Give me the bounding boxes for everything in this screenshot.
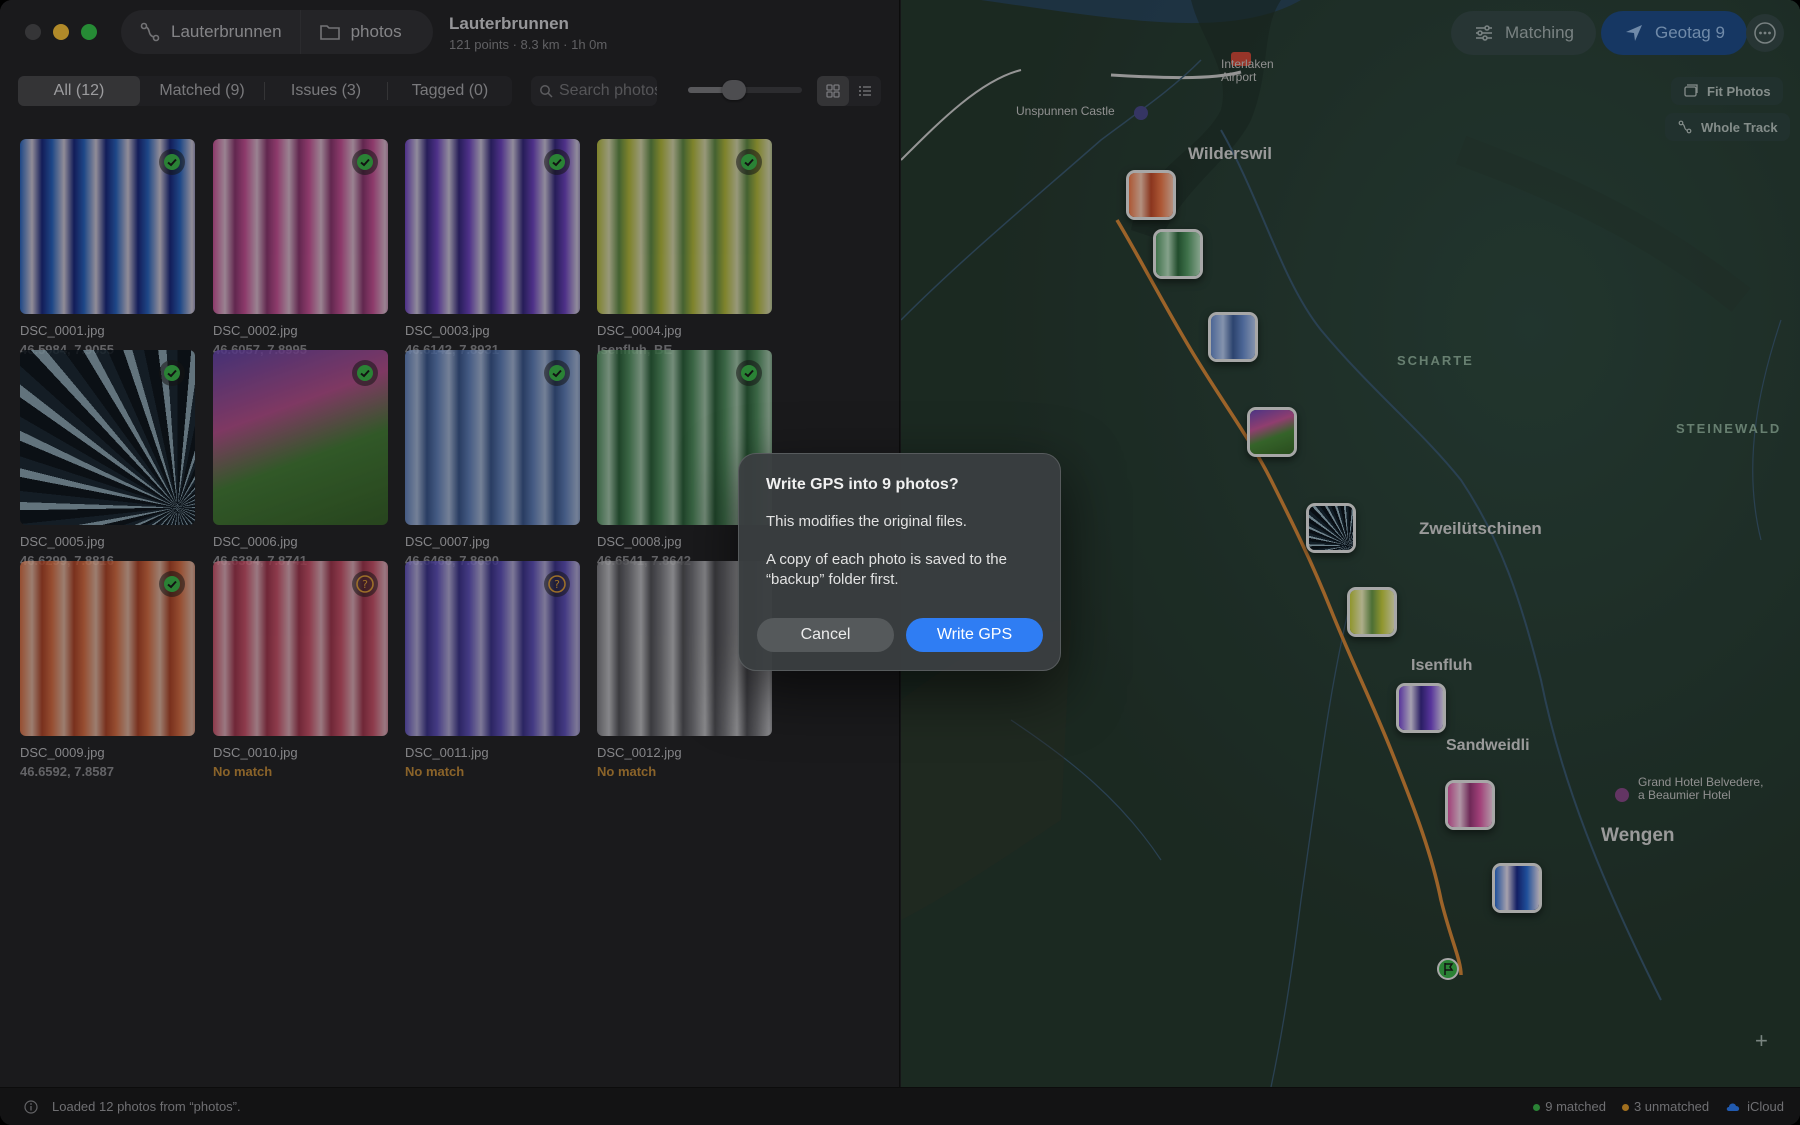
dialog-message: This modifies the original files.: [766, 513, 967, 530]
cancel-button[interactable]: Cancel: [757, 618, 894, 652]
app-window: Lauterbrunnen photos Lauterbrunnen 121 p…: [0, 0, 1800, 1125]
dialog-title: Write GPS into 9 photos?: [766, 476, 959, 493]
write-gps-dialog: Write GPS into 9 photos? This modifies t…: [738, 453, 1061, 671]
write-gps-button[interactable]: Write GPS: [906, 618, 1043, 652]
dialog-buttons: Cancel Write GPS: [757, 618, 1043, 652]
dialog-detail: A copy of each photo is saved to the “ba…: [766, 551, 1007, 588]
